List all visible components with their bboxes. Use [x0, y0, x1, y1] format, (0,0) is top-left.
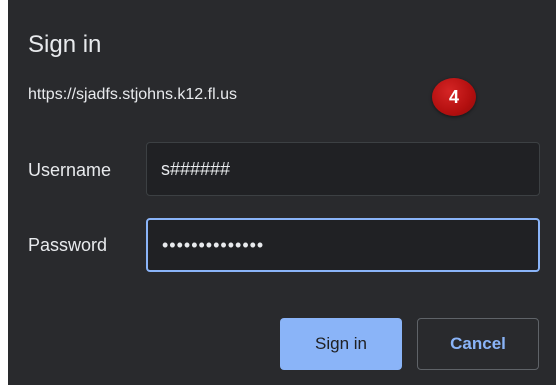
sign-in-dialog: Sign in https://sjadfs.stjohns.k12.fl.us…	[8, 0, 556, 385]
dialog-title: Sign in	[28, 31, 102, 58]
username-value: s######	[161, 158, 231, 179]
step-number-badge: 4	[432, 78, 476, 116]
cancel-button[interactable]: Cancel	[417, 318, 539, 370]
username-label: Username	[28, 160, 112, 180]
username-field[interactable]: s######	[146, 142, 540, 196]
password-value: ••••••••••••••	[162, 234, 265, 255]
sign-in-button[interactable]: Sign in	[280, 318, 402, 370]
password-field[interactable]: ••••••••••••••	[146, 218, 540, 272]
password-label: Password	[28, 235, 108, 255]
site-origin: https://sjadfs.stjohns.k12.fl.us	[28, 86, 237, 103]
